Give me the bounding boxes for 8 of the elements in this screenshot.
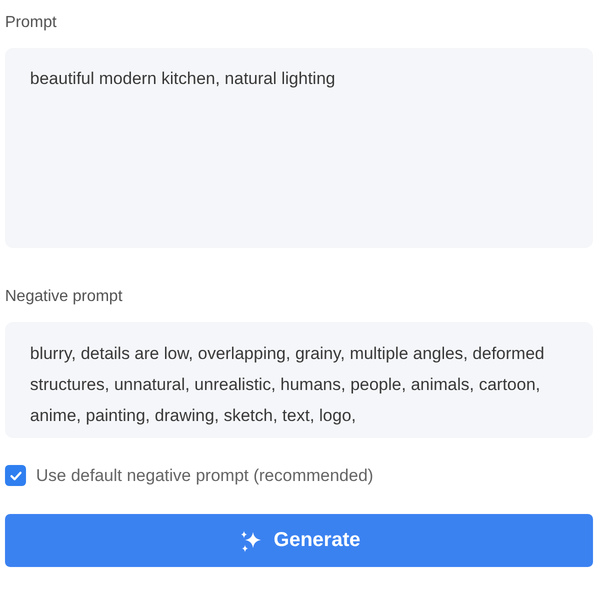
checkbox-label: Use default negative prompt (recommended)	[36, 466, 374, 486]
negative-prompt-field[interactable]: blurry, details are low, overlapping, grainy, multiple angles, deformed structures, unnatural, unrealistic, humans, people, animals, cartoon, anime, painting, drawing, sketch, text, logo,	[5, 322, 593, 438]
check-icon	[8, 468, 22, 482]
negative-prompt-label: Negative prompt	[5, 288, 122, 306]
generate-button[interactable]: Generate	[5, 514, 593, 567]
prompt-field[interactable]: beautiful modern kitchen, natural lighting	[5, 48, 593, 248]
prompt-label: Prompt	[5, 14, 57, 32]
checkbox[interactable]	[5, 465, 26, 486]
